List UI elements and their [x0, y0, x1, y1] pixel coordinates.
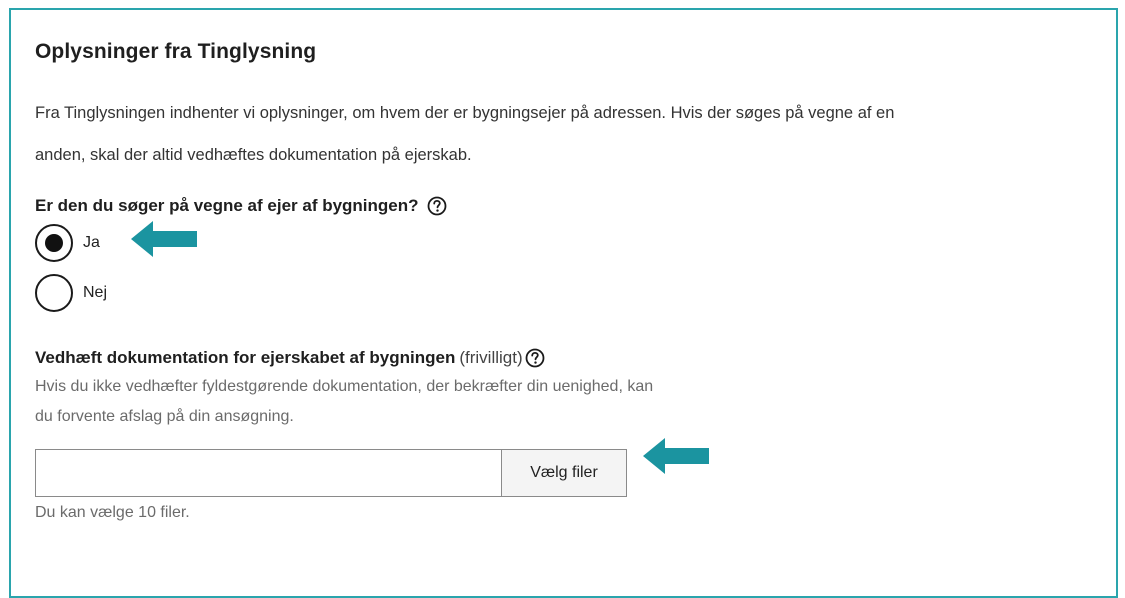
- attachment-hint: Hvis du ikke vedhæfter fyldestgørende do…: [35, 372, 835, 432]
- radio-option-ja[interactable]: Ja: [35, 224, 100, 262]
- file-limit-note: Du kan vælge 10 filer.: [35, 504, 190, 521]
- help-icon[interactable]: [525, 348, 545, 368]
- radio-button-nej[interactable]: [35, 274, 73, 312]
- ownership-question: Er den du søger på vegne af ejer af bygn…: [35, 196, 447, 216]
- tinglysning-panel: Oplysninger fra Tinglysning Fra Tinglysn…: [9, 8, 1118, 598]
- attachment-hint-line-2: du forvente afslag på din ansøgning.: [35, 408, 294, 425]
- attachment-label: Vedhæft dokumentation for ejerskabet af …: [35, 348, 545, 368]
- radio-label-nej[interactable]: Nej: [83, 284, 107, 302]
- radio-label-ja[interactable]: Ja: [83, 234, 100, 252]
- help-icon[interactable]: [427, 196, 447, 216]
- file-upload: Vælg filer: [35, 449, 627, 497]
- ownership-question-label: Er den du søger på vegne af ejer af bygn…: [35, 196, 419, 215]
- arrow-left-icon: [643, 438, 709, 474]
- section-title: Oplysninger fra Tinglysning: [35, 40, 317, 63]
- intro-text: Fra Tinglysningen indhenter vi oplysning…: [35, 92, 1095, 176]
- file-name-field[interactable]: [35, 449, 501, 497]
- optional-marker: (frivilligt): [459, 348, 523, 367]
- arrow-left-icon: [131, 221, 197, 257]
- intro-line-2: anden, skal der altid vedhæftes dokument…: [35, 146, 472, 164]
- attachment-label-text: Vedhæft dokumentation for ejerskabet af …: [35, 348, 456, 367]
- radio-button-ja[interactable]: [35, 224, 73, 262]
- choose-files-button[interactable]: Vælg filer: [501, 449, 627, 497]
- intro-line-1: Fra Tinglysningen indhenter vi oplysning…: [35, 104, 895, 122]
- attachment-hint-line-1: Hvis du ikke vedhæfter fyldestgørende do…: [35, 378, 654, 395]
- radio-option-nej[interactable]: Nej: [35, 274, 107, 312]
